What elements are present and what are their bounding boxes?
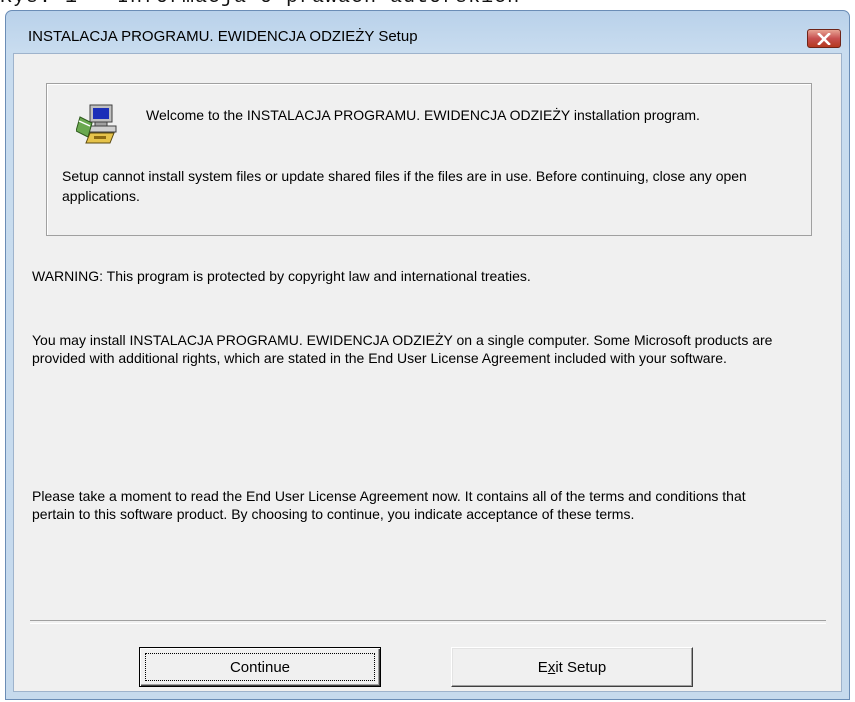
title-bar[interactable]: INSTALACJA PROGRAMU. EWIDENCJA ODZIEŻY S… (6, 11, 849, 51)
exit-setup-label: Exit Setup (537, 658, 607, 676)
welcome-panel: Welcome to the INSTALACJA PROGRAMU. EWID… (46, 83, 812, 236)
copyright-warning: WARNING: This program is protected by co… (32, 268, 531, 284)
eula-notice: Please take a moment to read the End Use… (32, 488, 746, 522)
button-separator (30, 620, 826, 624)
close-icon (817, 32, 831, 45)
setup-computer-icon (75, 103, 120, 145)
document-caption: Rys. 1 – Informacja o prawach autorskich (0, 0, 855, 8)
dialog-client-area: Welcome to the INSTALACJA PROGRAMU. EWID… (13, 53, 842, 692)
setup-note: Setup cannot install system files or upd… (62, 168, 747, 204)
welcome-heading: Welcome to the INSTALACJA PROGRAMU. EWID… (146, 107, 700, 123)
continue-label: Continue (229, 658, 291, 676)
close-button[interactable] (807, 29, 841, 48)
window-title: INSTALACJA PROGRAMU. EWIDENCJA ODZIEŻY S… (28, 28, 418, 45)
license-info: You may install INSTALACJA PROGRAMU. EWI… (32, 332, 773, 366)
exit-setup-button[interactable]: Exit Setup (451, 647, 693, 687)
setup-window: INSTALACJA PROGRAMU. EWIDENCJA ODZIEŻY S… (5, 10, 850, 700)
continue-button[interactable]: Continue (139, 647, 381, 687)
